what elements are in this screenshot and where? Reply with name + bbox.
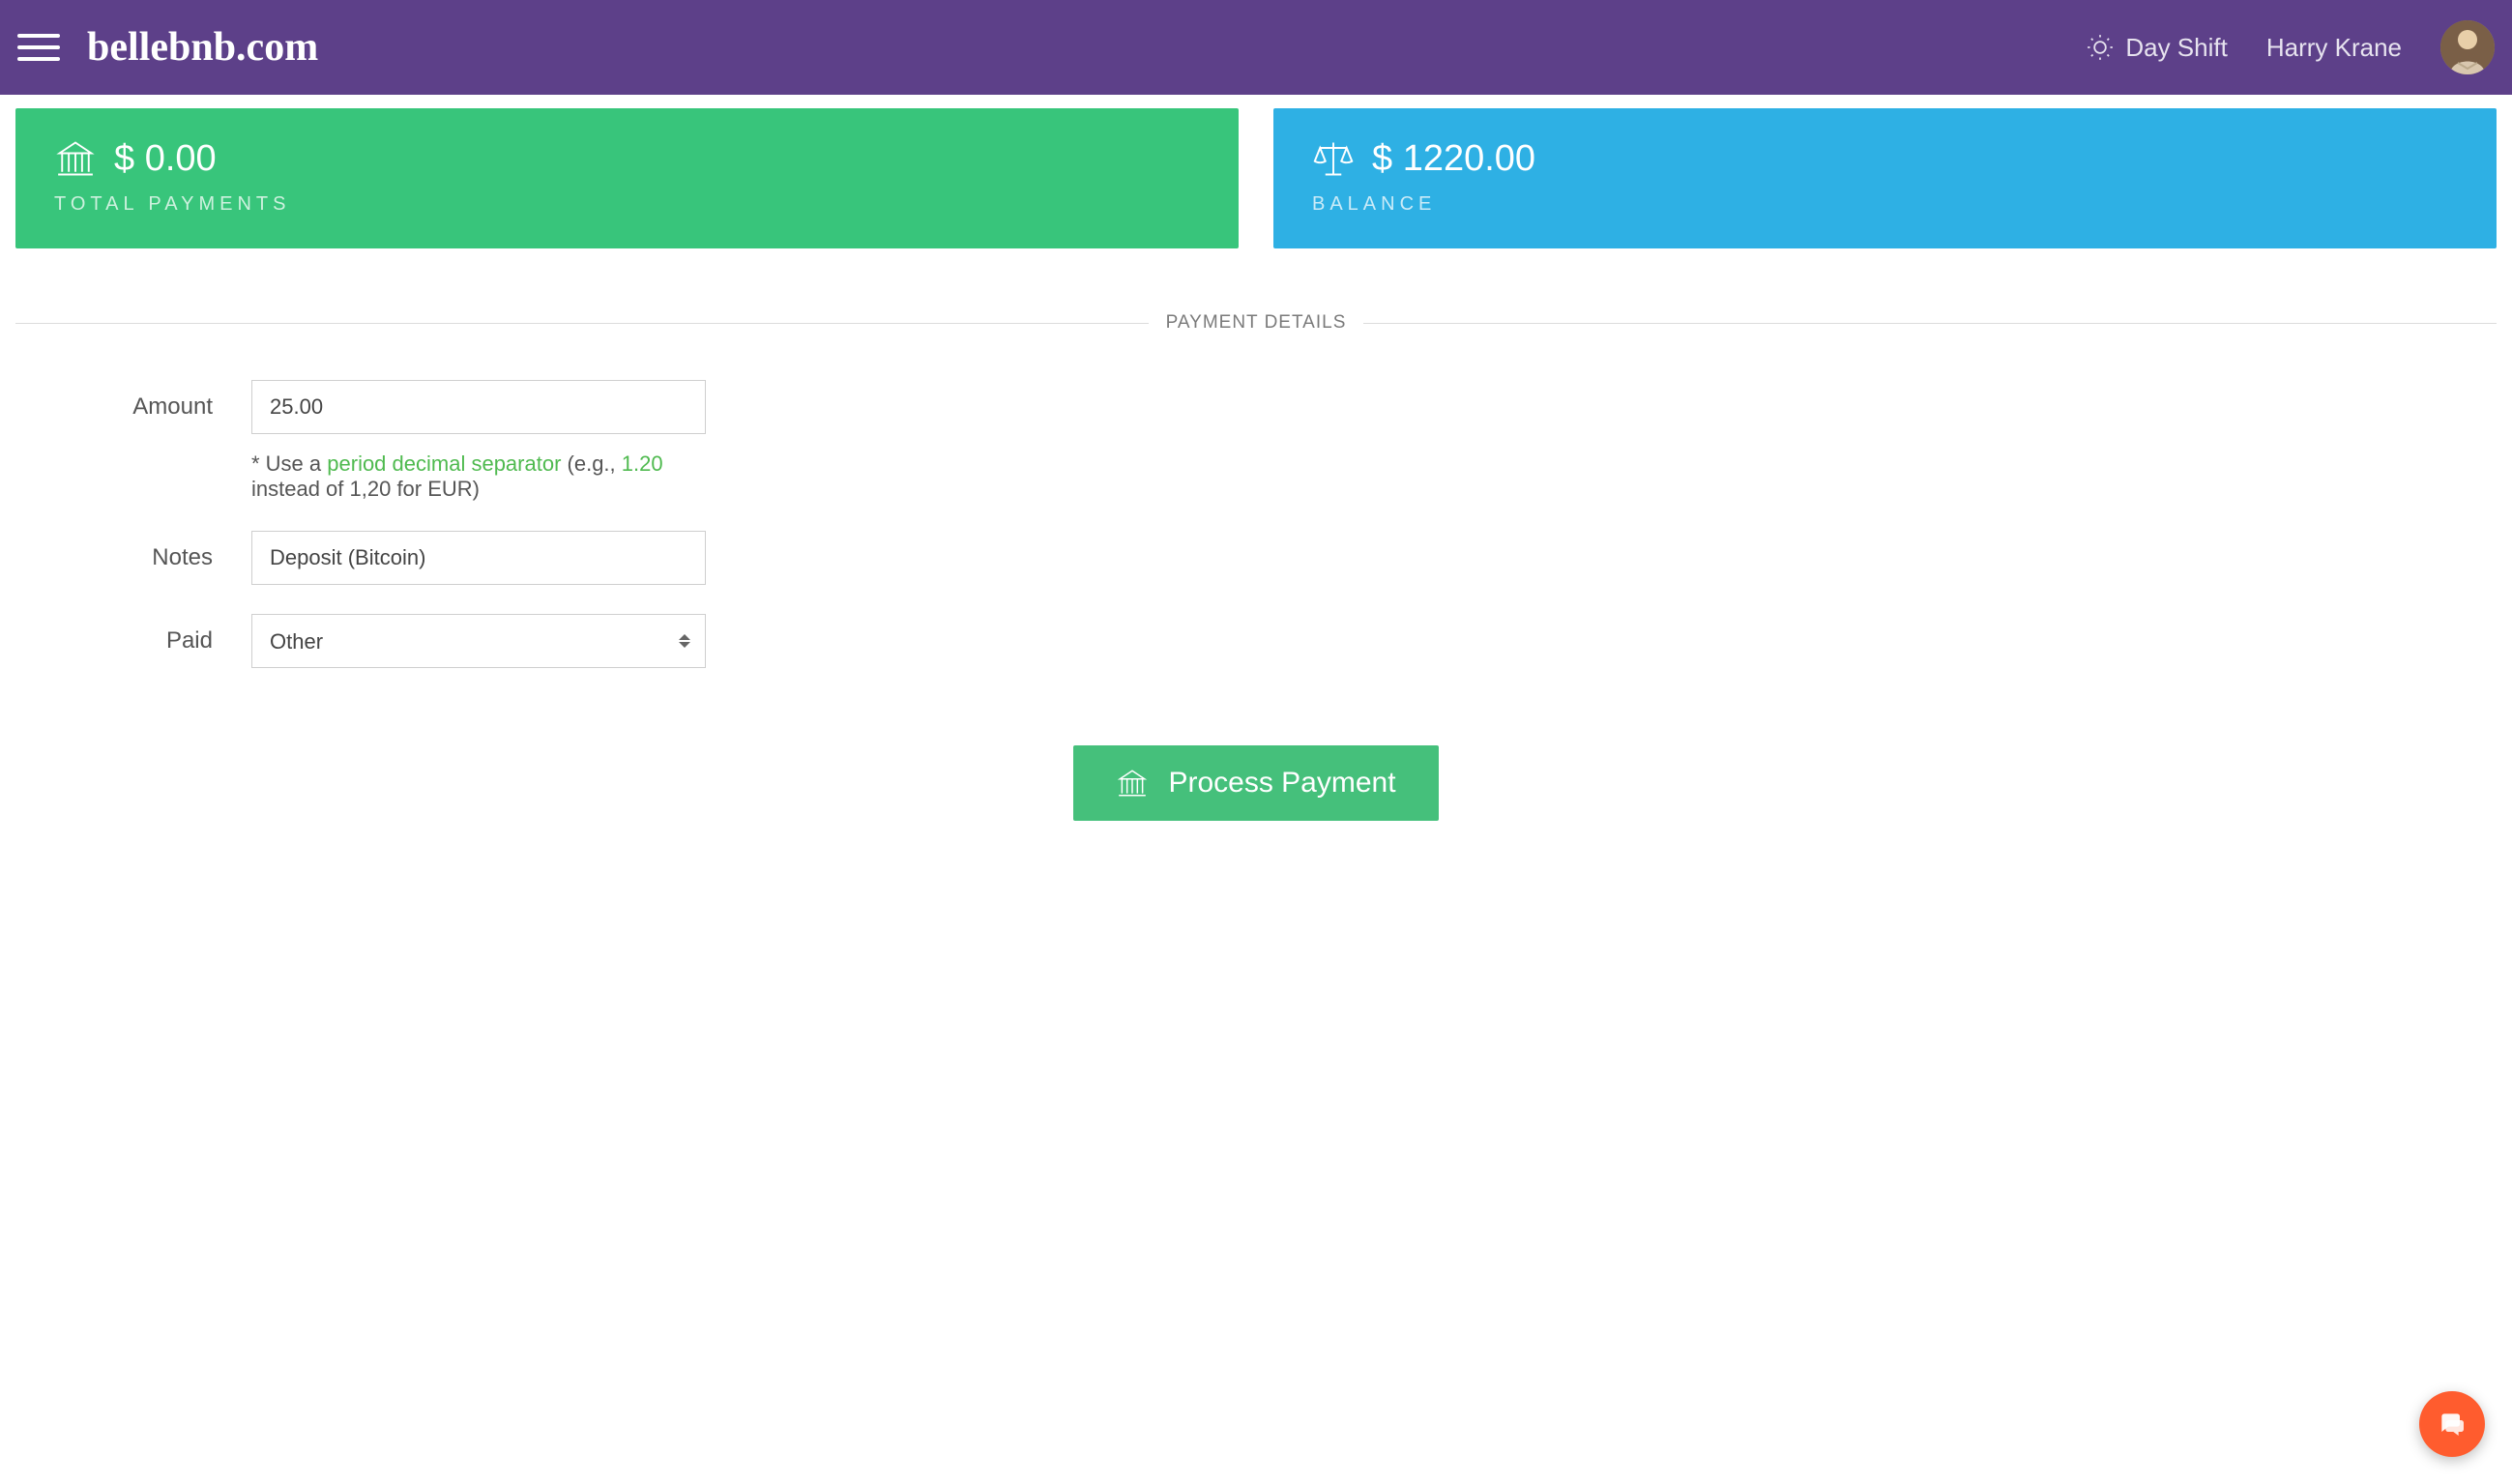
chat-button[interactable] <box>2419 1391 2485 1457</box>
bank-icon <box>1116 767 1149 800</box>
process-payment-label: Process Payment <box>1168 767 1395 800</box>
brand-logo[interactable]: bellebnb.com <box>87 24 318 71</box>
scales-icon <box>1312 137 1355 180</box>
balance-card: $ 1220.00 BALANCE <box>1273 108 2497 248</box>
header-right: Day Shift Harry Krane <box>2087 20 2495 74</box>
amount-hint: * Use a period decimal separator (e.g., … <box>251 451 706 502</box>
process-payment-button[interactable]: Process Payment <box>1073 745 1438 821</box>
section-divider: PAYMENT DETAILS <box>15 312 2497 334</box>
total-payments-card: $ 0.00 TOTAL PAYMENTS <box>15 108 1239 248</box>
user-menu[interactable]: Harry Krane <box>2266 33 2402 63</box>
notes-input[interactable] <box>251 531 706 585</box>
divider-line <box>15 323 1149 324</box>
paid-label: Paid <box>0 614 251 655</box>
amount-label: Amount <box>0 380 251 421</box>
avatar-image <box>2440 20 2495 74</box>
menu-button[interactable] <box>17 34 60 61</box>
shift-label: Day Shift <box>2125 33 2228 63</box>
paid-select[interactable]: Other <box>251 614 706 668</box>
chat-icon <box>2437 1409 2468 1440</box>
app-header: bellebnb.com Day Shift Harry Krane <box>0 0 2512 95</box>
total-payments-label: TOTAL PAYMENTS <box>54 193 1200 216</box>
summary-cards: $ 0.00 TOTAL PAYMENTS $ 1220.00 BALANCE <box>0 95 2512 248</box>
balance-value: $ 1220.00 <box>1372 138 1535 180</box>
shift-toggle[interactable]: Day Shift <box>2087 33 2228 63</box>
sun-icon <box>2087 34 2114 61</box>
amount-input[interactable] <box>251 380 706 434</box>
header-left: bellebnb.com <box>17 24 318 71</box>
total-payments-value: $ 0.00 <box>114 138 217 180</box>
section-title: PAYMENT DETAILS <box>1166 312 1347 334</box>
payment-form: Amount * Use a period decimal separator … <box>0 380 2512 668</box>
hint-link[interactable]: period decimal separator <box>327 451 561 476</box>
bank-icon <box>54 137 97 180</box>
divider-line <box>1363 323 2497 324</box>
notes-label: Notes <box>0 531 251 571</box>
balance-label: BALANCE <box>1312 193 2458 216</box>
avatar[interactable] <box>2440 20 2495 74</box>
